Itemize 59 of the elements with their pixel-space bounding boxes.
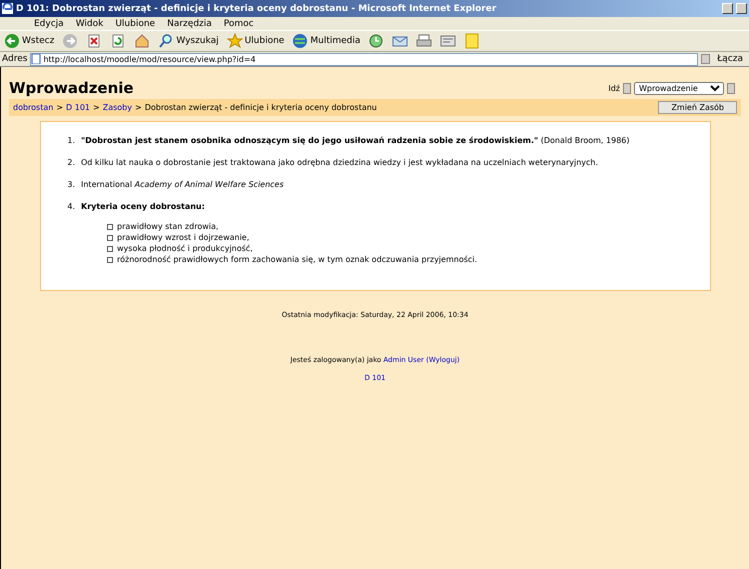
toolbar-button[interactable]: Wstecz: [2, 33, 56, 49]
history-icon: [368, 33, 384, 49]
maximize-button[interactable]: [736, 3, 747, 14]
bullet-icon: [107, 234, 113, 240]
breadcrumb-separator: >: [56, 103, 64, 112]
breadcrumb-link[interactable]: Zasoby: [102, 103, 132, 112]
breadcrumb-separator: >: [93, 103, 100, 112]
menu-item[interactable]: Ulubione: [115, 18, 156, 28]
list-item-text: "Dobrostan jest stanem osobnika odnoszącym się do jego usiłowań radzenia sobie ze środowiskiem." (Donald Broom, 1986): [81, 136, 630, 145]
list-item-text: International Academy of Animal Welfare Sciences: [81, 180, 284, 189]
breadcrumb-link[interactable]: dobrostan: [13, 103, 54, 112]
menu-item[interactable]: Narzędzia: [167, 18, 212, 28]
list-number: 2.: [66, 158, 75, 167]
bullet-icon: [107, 224, 113, 230]
bullet-icon: [107, 246, 113, 252]
breadcrumb-separator: >: [135, 103, 142, 112]
globe-icon: [292, 33, 308, 49]
refresh-icon: [110, 33, 126, 49]
previous-button[interactable]: [623, 82, 631, 94]
bullet-text: różnorodność prawidłowych form zachowania się, w tym oznak odczuwania przyjemności.: [117, 254, 478, 265]
breadcrumb-current: Dobrostan zwierząt - definicje i kryteria oceny dobrostanu: [144, 103, 377, 112]
edit-resource-button[interactable]: Zmień Zasób: [658, 101, 737, 114]
toolbar-button[interactable]: [438, 33, 458, 49]
edit-icon: [440, 33, 456, 49]
list-number: 3.: [66, 180, 75, 189]
search-icon: [158, 33, 174, 49]
next-button[interactable]: [727, 82, 735, 94]
minimize-button[interactable]: [722, 3, 733, 14]
bullet-text: prawidłowy stan zdrowia,: [117, 221, 218, 232]
ie-logo-icon: [2, 3, 13, 14]
breadcrumb-link[interactable]: D 101: [66, 103, 90, 112]
list-number: 4.: [66, 202, 75, 213]
page-heading: Wprowadzenie: [9, 79, 135, 97]
address-field[interactable]: http://localhost/moodle/mod/resource/view.php?id=4: [30, 52, 698, 66]
star-icon: [226, 33, 243, 49]
list-number: 1.: [66, 136, 75, 145]
toolbar-button[interactable]: Multimedia: [290, 33, 362, 49]
toolbar-button[interactable]: [414, 33, 434, 49]
address-label: Adres: [2, 54, 28, 64]
bullet-text: prawidłowy wzrost i dojrzewanie,: [117, 232, 250, 243]
menu-item[interactable]: Widok: [76, 18, 104, 28]
page-icon: [31, 54, 42, 64]
activity-select[interactable]: Wprowadzenie: [634, 82, 724, 94]
toolbar-button[interactable]: Wyszukaj: [156, 33, 221, 49]
menu-item[interactable]: Pomoc: [224, 18, 254, 28]
note-icon: [464, 33, 480, 49]
home-icon: [134, 33, 150, 49]
list-item-text: Od kilku lat nauka o dobrostanie jest traktowana jako odrębna dziedzina wiedzy i jest wykładana na uczelniach weterynaryjnych.: [81, 158, 598, 167]
bullet-icon: [107, 256, 113, 262]
bullet-text: wysoka płodność i produkcyjność,: [117, 243, 253, 254]
printer-icon: [416, 33, 432, 49]
jump-label: Idź: [608, 84, 620, 92]
dropdown-button[interactable]: [701, 54, 710, 64]
stop-icon: [86, 33, 102, 49]
links-button[interactable]: Łącza: [713, 54, 747, 64]
menu-item[interactable]: Edycja: [34, 18, 64, 28]
window-title: D 101: Dobrostan zwierząt - definicje i kryteria oceny dobrostanu - Microsoft Internet Explorer: [16, 4, 498, 14]
toolbar-button[interactable]: Ulubione: [224, 33, 286, 49]
list-item-text: Kryteria oceny dobrostanu:: [81, 202, 206, 211]
